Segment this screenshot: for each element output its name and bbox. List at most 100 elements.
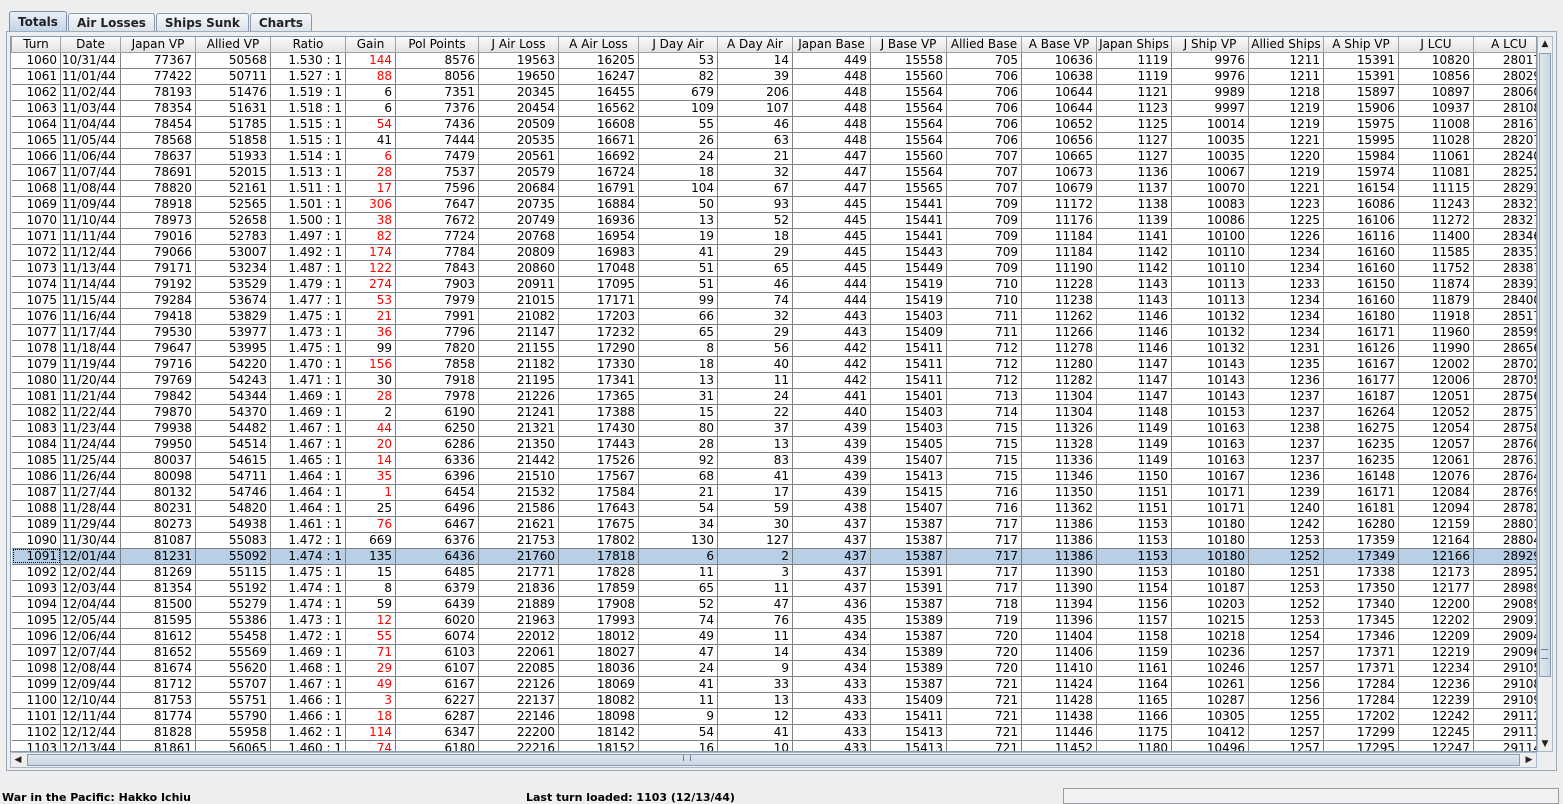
- table-cell: 1211: [1248, 68, 1324, 85]
- table-cell: 11/27/44: [60, 484, 121, 501]
- table-row[interactable]: 1078 11/18/44 79647 53995 1.475 : 1 99 7820 211…: [11, 340, 1536, 357]
- table-row[interactable]: 1095 12/05/44 81595 55386 1.473 : 1 12 6020 219…: [11, 612, 1536, 629]
- column-header[interactable]: Pol Points: [395, 37, 479, 53]
- table-cell: 721: [946, 724, 1022, 741]
- table-cell: 52783: [195, 228, 271, 245]
- column-header[interactable]: Japan Base: [792, 37, 871, 53]
- table-row[interactable]: 1089 11/29/44 80273 54938 1.461 : 1 76 6467 216…: [11, 516, 1536, 533]
- table-cell: 12054: [1398, 420, 1474, 437]
- column-header[interactable]: J Day Air: [638, 37, 718, 53]
- table-cell: 88: [345, 68, 396, 85]
- column-header[interactable]: Turn: [11, 37, 61, 53]
- table-row[interactable]: 1097 12/07/44 81652 55569 1.469 : 1 71 6103 220…: [11, 644, 1536, 661]
- table-row[interactable]: 1082 11/22/44 79870 54370 1.469 : 1 2 6190 2124…: [11, 404, 1536, 421]
- table-row[interactable]: 1098 12/08/44 81674 55620 1.468 : 1 29 6107 220…: [11, 660, 1536, 677]
- table-row[interactable]: 1087 11/27/44 80132 54746 1.464 : 1 1 6454 2153…: [11, 484, 1536, 501]
- table-cell: 10180: [1171, 532, 1249, 549]
- table-row[interactable]: 1061 11/01/44 77422 50711 1.527 : 1 88 8056 196…: [11, 68, 1536, 85]
- tab-totals[interactable]: Totals: [9, 11, 67, 31]
- table-row[interactable]: 1077 11/17/44 79530 53977 1.473 : 1 36 7796 211…: [11, 324, 1536, 341]
- triangle-left-icon[interactable]: ◀: [11, 753, 25, 767]
- table-row[interactable]: 1062 11/02/44 78193 51476 1.519 : 1 6 7351 2034…: [11, 84, 1536, 101]
- table-row[interactable]: 1071 11/11/44 79016 52783 1.497 : 1 82 7724 207…: [11, 228, 1536, 245]
- column-header[interactable]: Ratio: [270, 37, 346, 53]
- column-header[interactable]: A LCU: [1473, 37, 1536, 53]
- table-row[interactable]: 1088 11/28/44 80231 54820 1.464 : 1 25 6496 215…: [11, 500, 1536, 517]
- table-row[interactable]: 1102 12/12/44 81828 55958 1.462 : 1 114 6347 22…: [11, 724, 1536, 741]
- table-cell: 7918: [395, 372, 479, 389]
- column-header[interactable]: Allied Ships: [1248, 37, 1324, 53]
- table-cell: 15564: [870, 84, 947, 101]
- table-row[interactable]: 1068 11/08/44 78820 52161 1.511 : 1 17 7596 206…: [11, 180, 1536, 197]
- table-row[interactable]: 1100 12/10/44 81753 55751 1.466 : 1 3 6227 2213…: [11, 692, 1536, 709]
- table-row[interactable]: 1065 11/05/44 78568 51858 1.515 : 1 41 7444 205…: [11, 132, 1536, 149]
- column-header[interactable]: Japan VP: [120, 37, 196, 53]
- table-cell: 9: [638, 708, 718, 725]
- tab-charts[interactable]: Charts: [249, 13, 313, 31]
- horizontal-scroll-thumb[interactable]: [27, 754, 1520, 766]
- column-header[interactable]: J Base VP: [870, 37, 947, 53]
- tab-ships-sunk[interactable]: Ships Sunk: [155, 13, 249, 31]
- table-row[interactable]: 1067 11/07/44 78691 52015 1.513 : 1 28 7537 205…: [11, 164, 1536, 181]
- column-header[interactable]: Japan Ships: [1096, 37, 1172, 53]
- table-row[interactable]: 1101 12/11/44 81774 55790 1.466 : 1 18 6287 221…: [11, 708, 1536, 725]
- table-cell: 15984: [1323, 148, 1399, 165]
- triangle-right-icon[interactable]: ▶: [1522, 753, 1536, 767]
- vertical-scrollbar[interactable]: ▲ ▼: [1537, 36, 1553, 752]
- table-row[interactable]: 1060 10/31/44 77367 50568 1.530 : 1 144 8576 19…: [11, 52, 1536, 69]
- table-cell: 19563: [478, 52, 559, 69]
- table-row[interactable]: 1079 11/19/44 79716 54220 1.470 : 1 156 7858 21…: [11, 356, 1536, 373]
- table-cell: 19650: [478, 68, 559, 85]
- table-row[interactable]: 1103 12/13/44 81861 56065 1.460 : 1 74 6180 222…: [11, 740, 1536, 751]
- table-row[interactable]: 1076 11/16/44 79418 53829 1.475 : 1 21 7991 210…: [11, 308, 1536, 325]
- column-header[interactable]: A Air Loss: [558, 37, 639, 53]
- table-row[interactable]: 1084 11/24/44 79950 54514 1.467 : 1 20 6286 213…: [11, 436, 1536, 453]
- column-header[interactable]: Date: [60, 37, 121, 53]
- table-cell: 56065: [195, 740, 271, 751]
- table-row[interactable]: 1091 12/01/44 81231 55092 1.474 : 1 135 6436 21…: [11, 548, 1536, 565]
- table-row[interactable]: 1099 12/09/44 81712 55707 1.467 : 1 49 6167 221…: [11, 676, 1536, 693]
- table-cell: 53674: [195, 292, 271, 309]
- table-row[interactable]: 1063 11/03/44 78354 51631 1.518 : 1 6 7376 2045…: [11, 100, 1536, 117]
- triangle-up-icon[interactable]: ▲: [1538, 37, 1552, 51]
- tab-air-losses[interactable]: Air Losses: [67, 13, 155, 31]
- table-cell: 716: [946, 500, 1022, 517]
- table-row[interactable]: 1086 11/26/44 80098 54711 1.464 : 1 35 6396 215…: [11, 468, 1536, 485]
- table-row[interactable]: 1080 11/20/44 79769 54243 1.471 : 1 30 7918 211…: [11, 372, 1536, 389]
- column-header[interactable]: A Base VP: [1021, 37, 1097, 53]
- table-row[interactable]: 1070 11/10/44 78973 52658 1.500 : 1 38 7672 207…: [11, 212, 1536, 229]
- triangle-down-icon[interactable]: ▼: [1538, 737, 1552, 751]
- table-row[interactable]: 1075 11/15/44 79284 53674 1.477 : 1 53 7979 210…: [11, 292, 1536, 309]
- table-cell: 68: [638, 468, 718, 485]
- table-cell: 443: [792, 324, 871, 341]
- table-row[interactable]: 1083 11/23/44 79938 54482 1.467 : 1 44 6250 213…: [11, 420, 1536, 437]
- table-row[interactable]: 1094 12/04/44 81500 55279 1.474 : 1 59 6439 218…: [11, 596, 1536, 613]
- column-header[interactable]: Allied VP: [195, 37, 271, 53]
- column-header[interactable]: Allied Base: [946, 37, 1022, 53]
- table-row[interactable]: 1093 12/03/44 81354 55192 1.474 : 1 8 6379 2183…: [11, 580, 1536, 597]
- horizontal-scrollbar[interactable]: ◀ ▶: [10, 752, 1537, 768]
- table-row[interactable]: 1092 12/02/44 81269 55115 1.475 : 1 15 6485 217…: [11, 564, 1536, 581]
- table-row[interactable]: 1090 11/30/44 81087 55083 1.472 : 1 669 6376 21…: [11, 532, 1536, 549]
- table-row[interactable]: 1074 11/14/44 79192 53529 1.479 : 1 274 7903 20…: [11, 276, 1536, 293]
- table-row[interactable]: 1069 11/09/44 78918 52565 1.501 : 1 306 7647 20…: [11, 196, 1536, 213]
- column-header[interactable]: A Day Air: [717, 37, 793, 53]
- table-row[interactable]: 1064 11/04/44 78454 51785 1.515 : 1 54 7436 205…: [11, 116, 1536, 133]
- table-cell: 1.467 : 1: [270, 436, 346, 453]
- table-row[interactable]: 1066 11/06/44 78637 51933 1.514 : 1 6 7479 2056…: [11, 148, 1536, 165]
- column-header[interactable]: Gain: [345, 37, 396, 53]
- column-header[interactable]: A Ship VP: [1323, 37, 1399, 53]
- table-row[interactable]: 1096 12/06/44 81612 55458 1.472 : 1 55 6074 220…: [11, 628, 1536, 645]
- table-cell: 1257: [1248, 660, 1324, 677]
- table-row[interactable]: 1072 11/12/44 79066 53007 1.492 : 1 174 7784 20…: [11, 244, 1536, 261]
- table-cell: 11350: [1021, 484, 1097, 501]
- table-cell: 38: [345, 212, 396, 229]
- table-row[interactable]: 1081 11/21/44 79842 54344 1.469 : 1 28 7978 212…: [11, 388, 1536, 405]
- table-row[interactable]: 1073 11/13/44 79171 53234 1.487 : 1 122 7843 20…: [11, 260, 1536, 277]
- column-header[interactable]: J Ship VP: [1171, 37, 1249, 53]
- column-header[interactable]: J Air Loss: [478, 37, 559, 53]
- column-header[interactable]: J LCU: [1398, 37, 1474, 53]
- vertical-scroll-thumb[interactable]: [1539, 53, 1551, 677]
- table-row[interactable]: 1085 11/25/44 80037 54615 1.465 : 1 14 6336 214…: [11, 452, 1536, 469]
- table-cell: 55092: [195, 548, 271, 565]
